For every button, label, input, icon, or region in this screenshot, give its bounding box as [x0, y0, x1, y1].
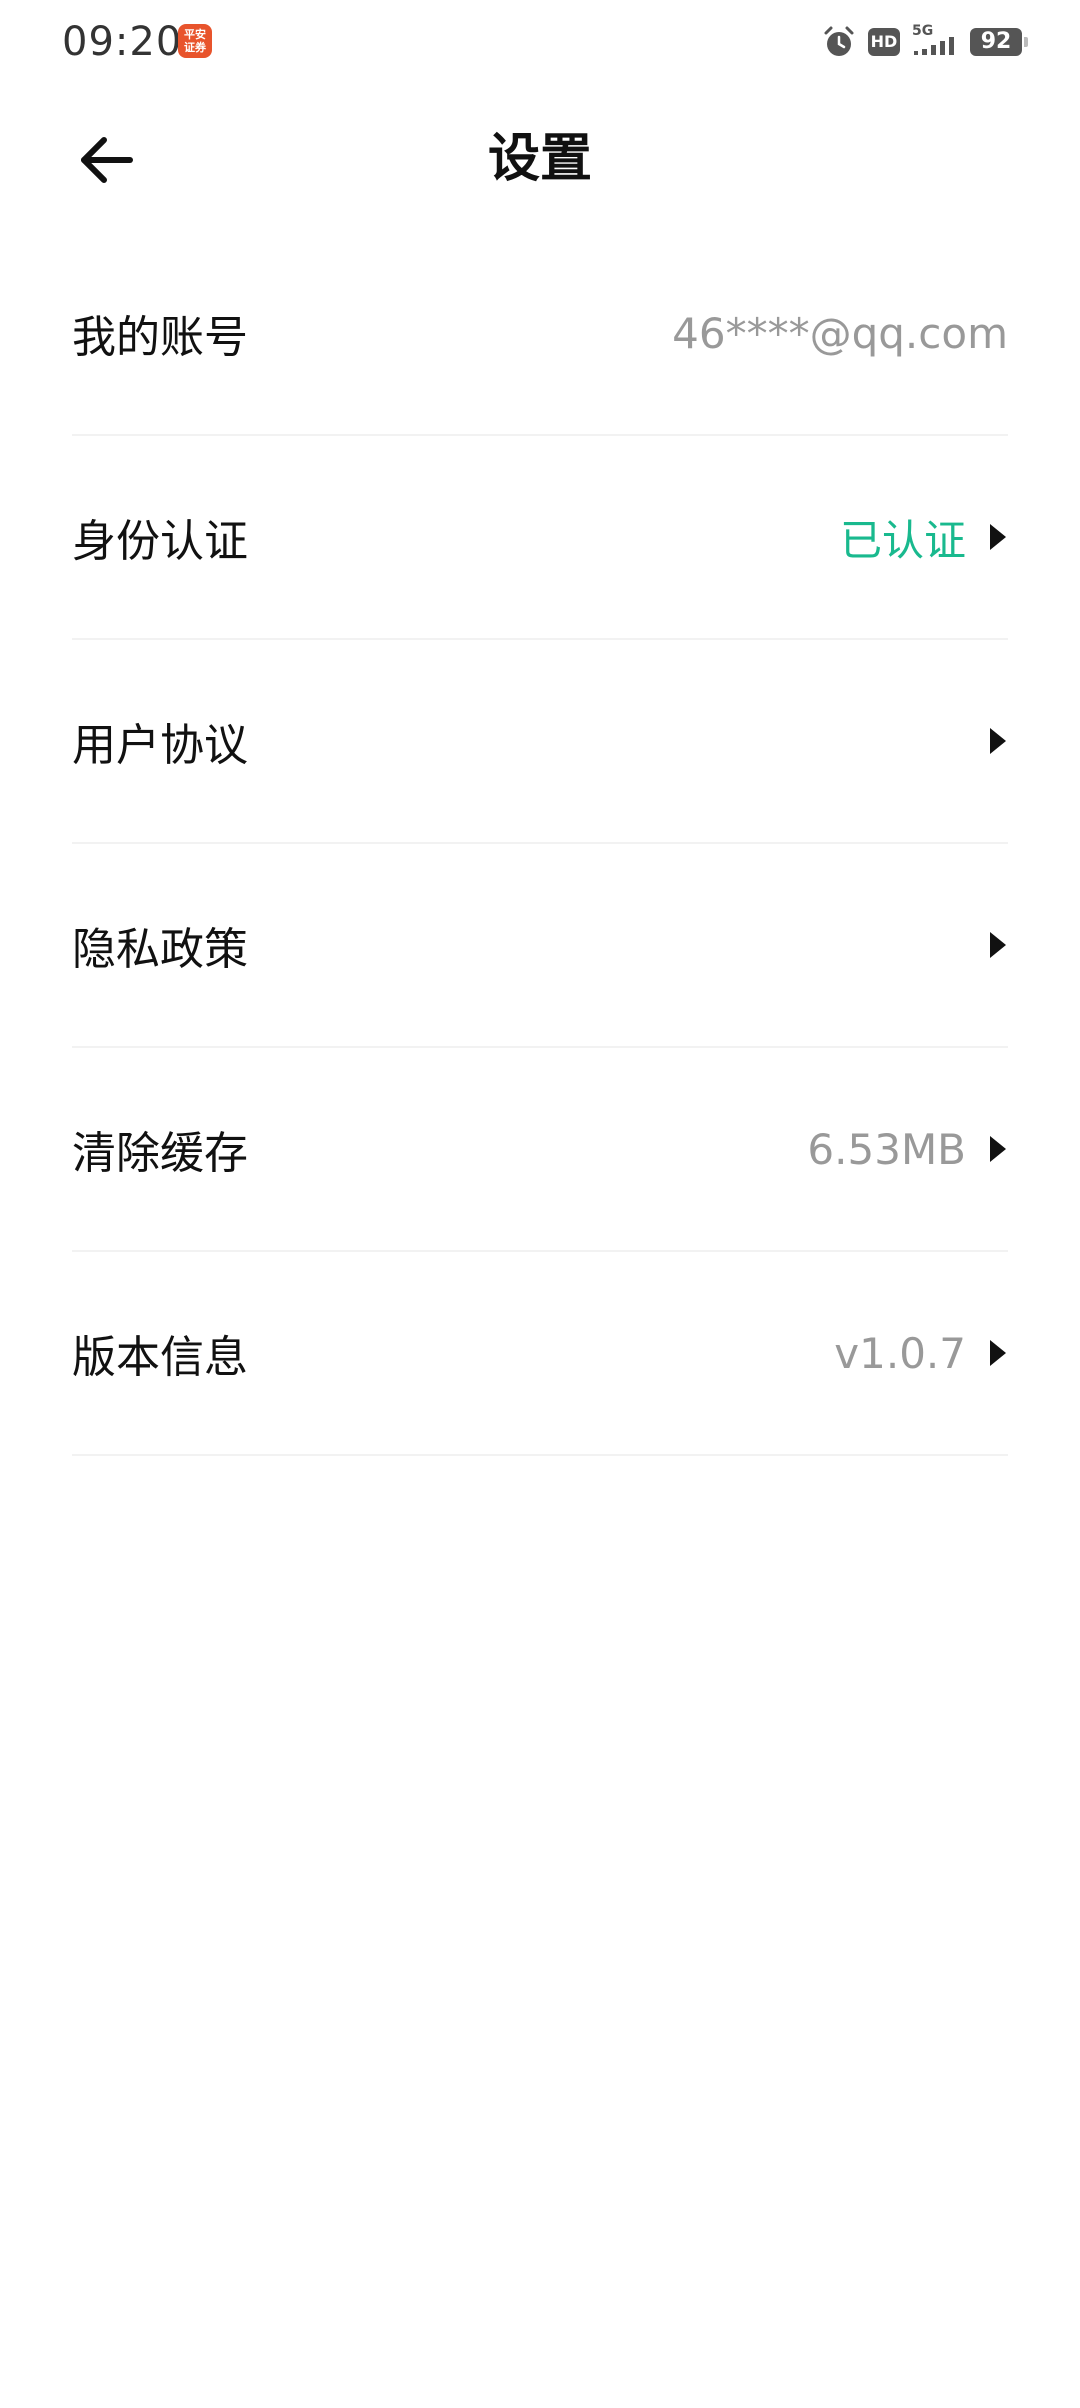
hd-icon: HD	[868, 28, 900, 56]
account-email-value: 46****@qq.com	[672, 308, 1008, 358]
setting-row-account[interactable]: 我的账号 46****@qq.com	[72, 232, 1008, 436]
cache-size-value: 6.53MB	[807, 1124, 966, 1174]
battery-icon: 92	[970, 28, 1028, 56]
chevron-right-icon	[990, 1136, 1006, 1162]
status-bar: 09:20 平安 证券 HD 5G 92	[0, 0, 1080, 84]
setting-row-clear-cache[interactable]: 清除缓存 6.53MB	[72, 1048, 1008, 1252]
verification-status-value: 已认证	[839, 515, 966, 565]
setting-row-identity-verification[interactable]: 身份认证 已认证	[72, 436, 1008, 640]
setting-label: 身份认证	[72, 516, 248, 567]
setting-row-user-agreement[interactable]: 用户协议	[72, 640, 1008, 844]
status-icons: HD 5G 92	[810, 23, 1028, 60]
version-value: v1.0.7	[834, 1328, 966, 1378]
setting-label: 隐私政策	[72, 924, 248, 975]
setting-row-version-info[interactable]: 版本信息 v1.0.7	[72, 1252, 1008, 1456]
setting-label: 版本信息	[72, 1332, 248, 1383]
setting-right: v1.0.7	[834, 1329, 1008, 1378]
setting-label: 用户协议	[72, 720, 248, 771]
status-time: 09:20	[62, 19, 183, 65]
alarm-icon	[824, 26, 854, 56]
setting-right: 已认证	[840, 507, 1008, 568]
chevron-right-icon	[990, 1340, 1006, 1366]
setting-row-privacy-policy[interactable]: 隐私政策	[72, 844, 1008, 1048]
settings-list: 我的账号 46****@qq.com 身份认证 已认证 用户协议 隐私政策 清除…	[72, 232, 1008, 1456]
setting-right: 46****@qq.com	[672, 309, 1008, 358]
chevron-right-icon	[990, 728, 1006, 754]
page-title: 设置	[487, 129, 592, 189]
setting-label: 清除缓存	[72, 1128, 248, 1179]
app-notification-icon: 平安 证券	[178, 24, 212, 58]
chevron-right-icon	[990, 932, 1006, 958]
setting-right	[966, 726, 1008, 756]
signal-5g-icon: 5G	[912, 23, 958, 59]
header: 设置	[0, 100, 1080, 220]
setting-right	[966, 930, 1008, 960]
chevron-right-icon	[990, 524, 1006, 550]
setting-right: 6.53MB	[807, 1125, 1008, 1174]
setting-label: 我的账号	[72, 312, 248, 363]
